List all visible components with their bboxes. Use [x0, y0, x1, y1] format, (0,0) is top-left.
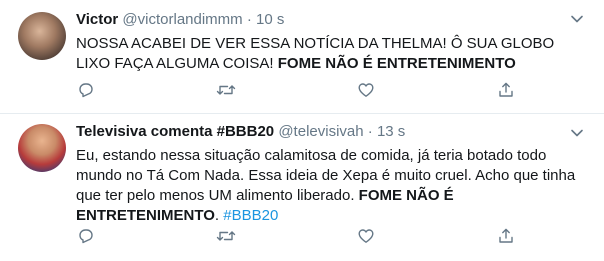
reply-icon: [77, 81, 95, 99]
heart-icon: [357, 81, 375, 99]
share-icon: [497, 81, 515, 99]
hashtag-link[interactable]: #BBB20: [223, 207, 278, 224]
like-button[interactable]: [356, 80, 376, 100]
retweet-button[interactable]: [216, 226, 236, 246]
retweet-button[interactable]: [216, 80, 236, 100]
share-button[interactable]: [496, 80, 516, 100]
user-handle[interactable]: @victorlandimmm: [122, 11, 242, 28]
separator-dot: ·: [367, 123, 373, 140]
chevron-down-icon[interactable]: [570, 12, 584, 26]
reply-button[interactable]: [76, 226, 96, 246]
reply-icon: [77, 227, 95, 245]
tweet-text-after: .: [214, 207, 224, 224]
tweet-text: NOSSA ACABEI DE VER ESSA NOTÍCIA DA THEL…: [76, 34, 576, 74]
separator-dot: ·: [246, 11, 252, 28]
timestamp[interactable]: 10 s: [256, 11, 284, 28]
tweet-text-plain: Eu, estando nessa situação calamitosa de…: [76, 147, 576, 204]
tweet-actions: [76, 226, 516, 246]
share-button[interactable]: [496, 226, 516, 246]
like-button[interactable]: [356, 226, 376, 246]
tweet-text: Eu, estando nessa situação calamitosa de…: [76, 146, 576, 226]
tweet-actions: [76, 80, 516, 100]
tweet-header: Televisiva comenta #BBB20 @televisivah ·…: [76, 122, 405, 142]
tweet-header: Victor @victorlandimmm · 10 s: [76, 10, 284, 30]
heart-icon: [357, 227, 375, 245]
tweet-text-bold: FOME NÃO É ENTRETENIMENTO: [277, 55, 516, 72]
display-name[interactable]: Victor: [76, 11, 118, 28]
timestamp[interactable]: 13 s: [377, 123, 405, 140]
chevron-down-icon[interactable]: [570, 126, 584, 140]
display-name[interactable]: Televisiva comenta #BBB20: [76, 123, 274, 140]
share-icon: [497, 227, 515, 245]
reply-button[interactable]: [76, 80, 96, 100]
retweet-icon: [216, 81, 236, 99]
tweet[interactable]: Televisiva comenta #BBB20 @televisivah ·…: [0, 114, 604, 261]
user-handle[interactable]: @televisivah: [278, 123, 363, 140]
retweet-icon: [216, 227, 236, 245]
tweet[interactable]: Victor @victorlandimmm · 10 s NOSSA ACAB…: [0, 0, 604, 114]
avatar[interactable]: [18, 124, 66, 172]
avatar[interactable]: [18, 12, 66, 60]
